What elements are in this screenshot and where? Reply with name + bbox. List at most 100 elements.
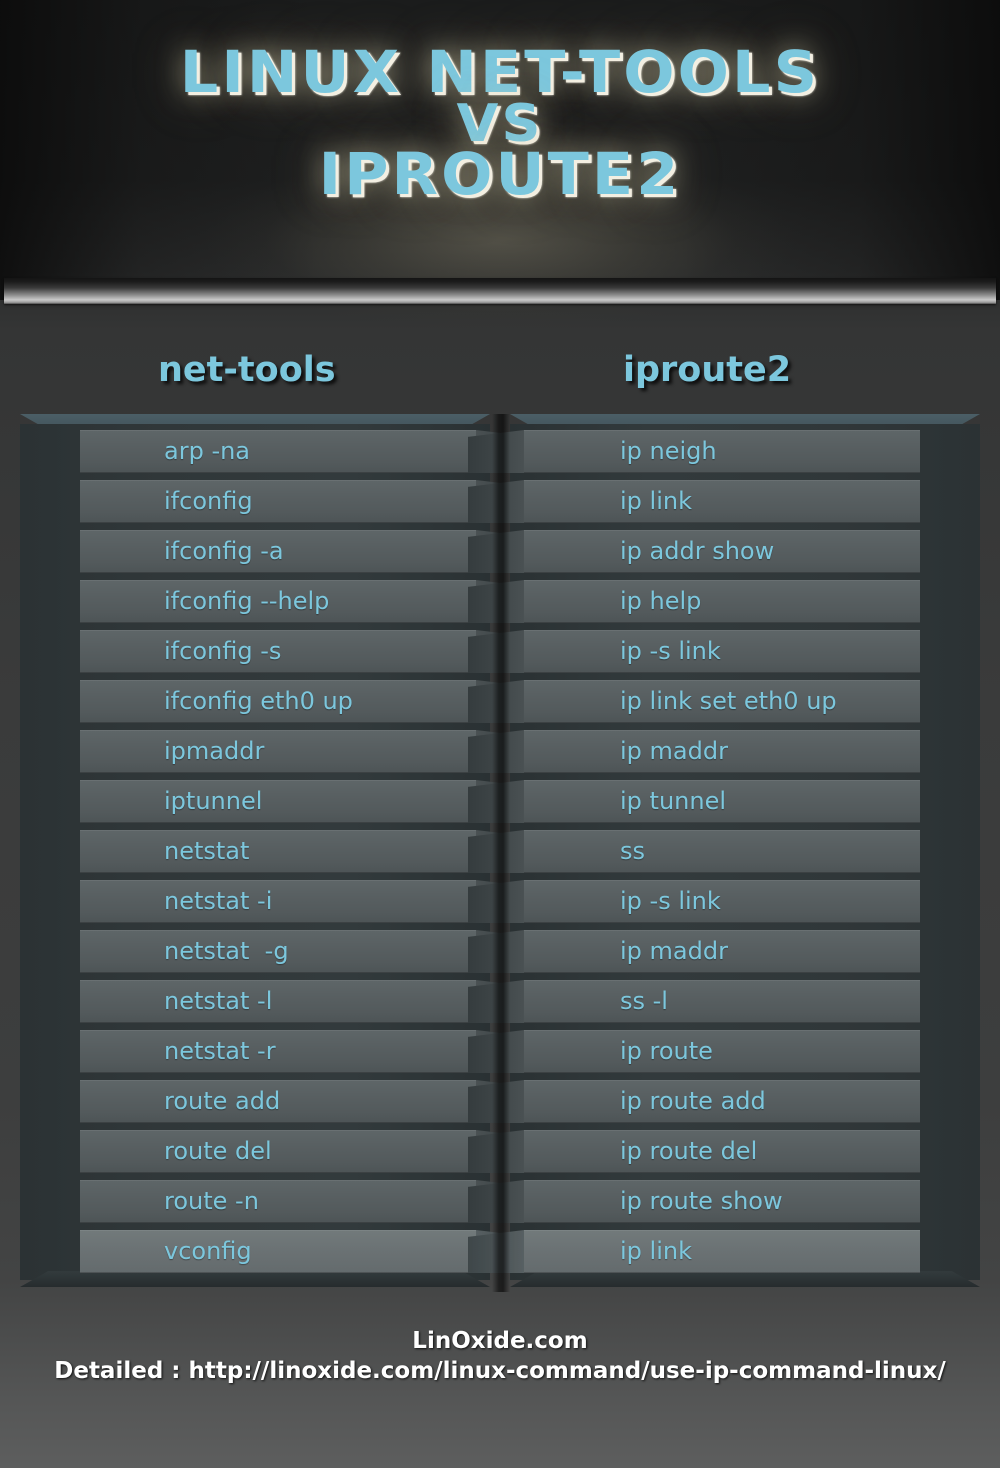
table-row: ip link set eth0 up xyxy=(468,680,920,723)
command-label: iptunnel xyxy=(164,787,263,815)
table-row: ip -s link xyxy=(468,630,920,673)
table-row: ip tunnel xyxy=(468,780,920,823)
title-line-1: LINUX NET-TOOLS xyxy=(179,38,821,106)
poster-title: LINUX NET-TOOLS VS IPROUTE2 xyxy=(0,38,1000,209)
row-3d-wedge xyxy=(468,1080,524,1123)
table-row: ifconfig -s xyxy=(80,630,532,673)
table-row: netstat -l xyxy=(80,980,532,1023)
poster-footer: LinOxide.com Detailed : http://linoxide.… xyxy=(0,1328,1000,1384)
command-label: ip link xyxy=(620,487,692,515)
table-row: ss -l xyxy=(468,980,920,1023)
net-tools-row-list: arp -na ifconfig ifconfig -a ifconfig --hel… xyxy=(80,430,532,1280)
row-3d-wedge xyxy=(468,1230,524,1273)
row-3d-wedge xyxy=(468,980,524,1023)
table-row: netstat -i xyxy=(80,880,532,923)
table-row: ip maddr xyxy=(468,930,920,973)
command-label: ifconfig -s xyxy=(164,637,282,665)
command-label: netstat -l xyxy=(164,987,273,1015)
table-row: ipmaddr xyxy=(80,730,532,773)
title-line-3: IPROUTE2 xyxy=(318,140,682,209)
command-label: ipmaddr xyxy=(164,737,265,765)
metallic-divider xyxy=(4,278,996,304)
command-label: netstat -i xyxy=(164,887,273,915)
command-label: ip help xyxy=(620,587,702,615)
footer-url: Detailed : http://linoxide.com/linux-com… xyxy=(54,1358,946,1384)
row-3d-wedge xyxy=(468,1180,524,1223)
net-tools-board: arp -na ifconfig ifconfig -a ifconfig --hel… xyxy=(20,414,532,1287)
command-label: ip route add xyxy=(620,1087,766,1115)
command-label: route add xyxy=(164,1087,281,1115)
column-header-iproute2: iproute2 xyxy=(623,350,792,390)
command-label: ip route xyxy=(620,1037,713,1065)
command-label: ss -l xyxy=(620,987,668,1015)
command-label: netstat -g xyxy=(164,937,289,965)
table-row: ip -s link xyxy=(468,880,920,923)
table-row: ip maddr xyxy=(468,730,920,773)
table-row: netstat xyxy=(80,830,532,873)
table-row: netstat -r xyxy=(80,1030,532,1073)
row-3d-wedge xyxy=(468,530,524,573)
row-3d-wedge xyxy=(468,930,524,973)
command-label: ip -s link xyxy=(620,887,721,915)
row-3d-wedge xyxy=(468,830,524,873)
table-row: ss xyxy=(468,830,920,873)
iproute2-board: ip neigh ip link ip addr show ip help ip -s … xyxy=(468,414,980,1287)
table-row: iptunnel xyxy=(80,780,532,823)
row-3d-wedge xyxy=(468,730,524,773)
command-label: ip addr show xyxy=(620,537,775,565)
row-3d-wedge xyxy=(468,430,524,473)
table-row: vconfig xyxy=(80,1230,532,1273)
command-label: ip -s link xyxy=(620,637,721,665)
table-row: ip neigh xyxy=(468,430,920,473)
command-label: ip route del xyxy=(620,1137,758,1165)
table-row: ifconfig --help xyxy=(80,580,532,623)
row-3d-wedge xyxy=(468,630,524,673)
table-row: route add xyxy=(80,1080,532,1123)
table-row: ip route add xyxy=(468,1080,920,1123)
command-label: ifconfig -a xyxy=(164,537,284,565)
command-label: netstat xyxy=(164,837,250,865)
table-row: ip addr show xyxy=(468,530,920,573)
command-label: vconfig xyxy=(164,1237,252,1265)
command-label: route -n xyxy=(164,1187,259,1215)
table-row: ifconfig eth0 up xyxy=(80,680,532,723)
table-row: ifconfig -a xyxy=(80,530,532,573)
row-3d-wedge xyxy=(468,880,524,923)
table-row: ip route show xyxy=(468,1180,920,1223)
row-3d-wedge xyxy=(468,680,524,723)
table-row: ifconfig xyxy=(80,480,532,523)
command-label: ip neigh xyxy=(620,437,717,465)
row-3d-wedge xyxy=(468,1130,524,1173)
column-header-net-tools: net-tools xyxy=(158,350,336,390)
command-label: ip link set eth0 up xyxy=(620,687,837,715)
command-label: netstat -r xyxy=(164,1037,276,1065)
infographic-poster: LINUX NET-TOOLS VS IPROUTE2 net-tools ip… xyxy=(0,0,1000,1468)
command-label: ip maddr xyxy=(620,937,728,965)
table-row: ip link xyxy=(468,1230,920,1273)
command-label: ip route show xyxy=(620,1187,783,1215)
table-row: ip link xyxy=(468,480,920,523)
column-headers: net-tools iproute2 xyxy=(0,350,1000,402)
table-row: route -n xyxy=(80,1180,532,1223)
command-label: ss xyxy=(620,837,646,865)
command-label: ip maddr xyxy=(620,737,728,765)
row-3d-wedge xyxy=(468,780,524,823)
command-label: ip tunnel xyxy=(620,787,727,815)
table-row: ip route xyxy=(468,1030,920,1073)
command-label: ifconfig --help xyxy=(164,587,330,615)
table-row: route del xyxy=(80,1130,532,1173)
command-label: route del xyxy=(164,1137,272,1165)
table-row: netstat -g xyxy=(80,930,532,973)
row-3d-wedge xyxy=(468,1030,524,1073)
command-label: ifconfig xyxy=(164,487,253,515)
row-3d-wedge xyxy=(468,480,524,523)
command-label: ifconfig eth0 up xyxy=(164,687,353,715)
row-3d-wedge xyxy=(468,580,524,623)
comparison-boards: arp -na ifconfig ifconfig -a ifconfig --hel… xyxy=(0,414,1000,1294)
table-row: arp -na xyxy=(80,430,532,473)
footer-site: LinOxide.com xyxy=(412,1328,588,1354)
command-label: arp -na xyxy=(164,437,251,465)
table-row: ip help xyxy=(468,580,920,623)
table-row: ip route del xyxy=(468,1130,920,1173)
command-label: ip link xyxy=(620,1237,692,1265)
